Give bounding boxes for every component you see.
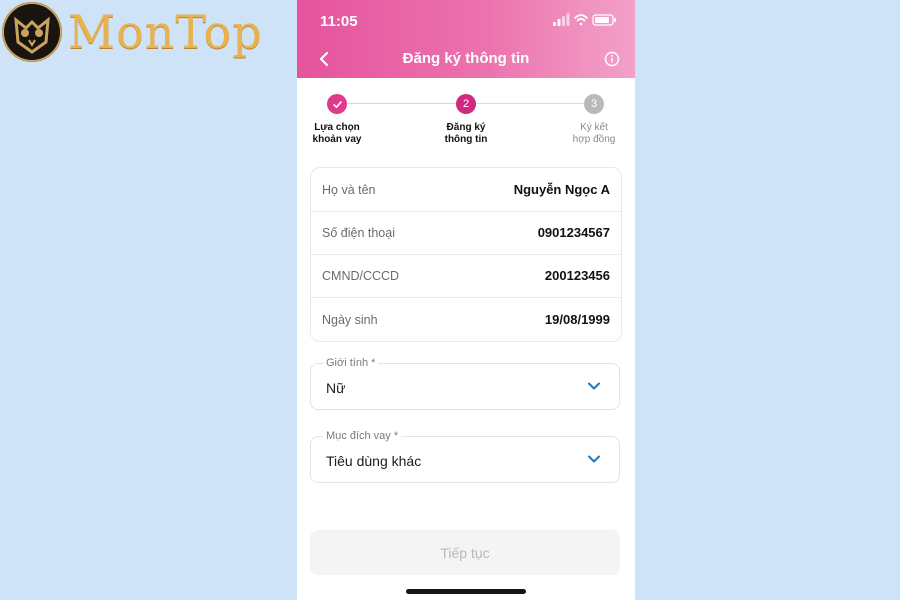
info-row-name: Họ và tên Nguyễn Ngọc A xyxy=(311,168,621,212)
home-indicator xyxy=(406,589,526,594)
app-header: 11:05 Đăng ký thông tin xyxy=(297,0,635,78)
step-1-label: Lựa chọn xyxy=(314,122,360,133)
step-2-label: Đăng ký xyxy=(446,122,486,133)
gender-select[interactable]: Giới tính * Nữ xyxy=(310,357,620,410)
loan-purpose-value: Tiêu dùng khác xyxy=(326,453,422,469)
battery-icon xyxy=(592,14,616,26)
logo-text: MonTop xyxy=(68,5,263,59)
info-label: CMND/CCCD xyxy=(322,269,400,283)
signal-icon xyxy=(553,13,570,26)
step-2-label-2: thông tin xyxy=(444,134,488,145)
step-3: 3 Ký kết hợp đồng xyxy=(549,94,635,146)
info-button[interactable] xyxy=(604,51,620,67)
page-title: Đăng ký thông tin xyxy=(402,50,530,67)
info-row-phone: Số điện thoại 0901234567 xyxy=(311,211,621,255)
info-row-id: CMND/CCCD 200123456 xyxy=(311,254,621,298)
info-value: 200123456 xyxy=(544,268,610,283)
step-1-circle xyxy=(327,94,347,114)
brand-logo: MonTop xyxy=(0,0,262,66)
gender-value: Nữ xyxy=(326,380,346,396)
step-1-label-2: khoản vay xyxy=(312,134,362,145)
check-icon xyxy=(332,100,342,108)
step-2-circle: 2 xyxy=(456,94,476,114)
info-label: Số điện thoại xyxy=(322,226,395,240)
status-icons xyxy=(553,12,617,28)
continue-button[interactable]: Tiếp tục xyxy=(310,530,620,575)
step-1: Lựa chọn khoản vay xyxy=(297,94,382,146)
gender-label: Giới tính * xyxy=(323,357,379,369)
info-value: 19/08/1999 xyxy=(544,312,610,327)
info-row-birthday: Ngày sinh 19/08/1999 xyxy=(311,298,621,341)
info-value: 0901234567 xyxy=(537,225,610,240)
info-label: Họ và tên xyxy=(322,183,376,197)
info-value: Nguyễn Ngọc A xyxy=(513,182,610,197)
progress-stepper: Lựa chọn khoản vay 2 Đăng ký thông tin 3… xyxy=(297,92,635,152)
chevron-down-icon xyxy=(588,455,600,463)
step-3-circle: 3 xyxy=(584,94,604,114)
phone-screen: 11:05 Đăng ký thông tin Lựa chọn khoản v… xyxy=(297,0,635,600)
personal-info-card: Họ và tên Nguyễn Ngọc A Số điện thoại 09… xyxy=(310,167,622,342)
info-icon xyxy=(604,51,620,67)
status-time: 11:05 xyxy=(320,13,358,30)
chevron-down-icon xyxy=(588,382,600,390)
loan-purpose-select[interactable]: Mục đích vay * Tiêu dùng khác xyxy=(310,430,620,483)
info-label: Ngày sinh xyxy=(322,313,378,327)
step-2: 2 Đăng ký thông tin xyxy=(421,94,511,146)
step-3-label-2: hợp đồng xyxy=(572,134,616,145)
loan-purpose-label: Mục đích vay * xyxy=(323,430,402,442)
owl-logo-icon xyxy=(2,2,62,62)
step-3-label: Ký kết xyxy=(580,122,608,133)
wifi-icon xyxy=(574,14,588,26)
